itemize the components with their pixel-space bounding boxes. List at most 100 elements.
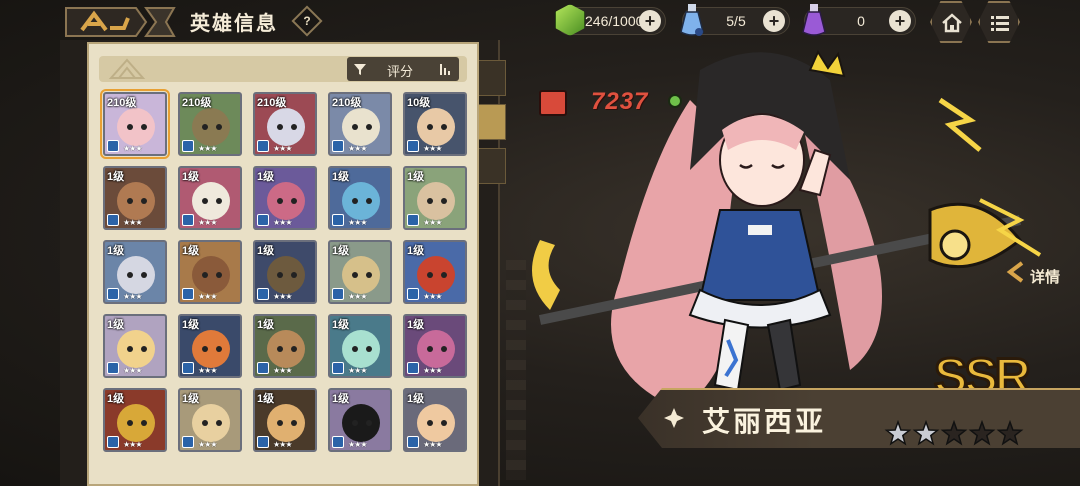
hero-card[interactable]: 1级 ★★★ xyxy=(328,388,392,452)
portrait-eye xyxy=(202,198,208,204)
portrait-eye xyxy=(277,124,283,130)
blue-potion-add-button[interactable]: + xyxy=(763,10,785,32)
portrait-eye xyxy=(366,346,372,352)
card-stars: ★★★ xyxy=(123,292,142,301)
hero-card[interactable]: 210级 ★★★ xyxy=(328,92,392,156)
hero-card[interactable]: 1级 ★★★ xyxy=(403,166,467,230)
hero-card[interactable]: 1级 ★★★ xyxy=(253,166,317,230)
class-icon xyxy=(257,214,269,226)
hero-card[interactable]: 1级 ★★★ xyxy=(103,240,167,304)
hero-level: 1级 xyxy=(407,319,425,331)
home-icon xyxy=(942,13,962,33)
star-icon xyxy=(884,420,912,446)
hero-level: 1级 xyxy=(182,393,200,405)
portrait-eye xyxy=(202,346,208,352)
hero-level: 1级 xyxy=(332,171,350,183)
menu-button[interactable] xyxy=(978,1,1020,43)
hero-card[interactable]: 1级 ★★★ xyxy=(103,388,167,452)
hero-portrait xyxy=(267,404,305,442)
portrait-eye xyxy=(127,420,133,426)
hero-level: 1级 xyxy=(107,245,125,257)
hero-card[interactable]: 10级 ★★★ xyxy=(403,92,467,156)
hero-name: 艾丽西亚 xyxy=(702,406,827,437)
portrait-eye xyxy=(441,124,447,130)
hero-card[interactable]: 1级 ★★★ xyxy=(253,314,317,378)
question-icon[interactable]: ? xyxy=(291,5,323,37)
home-button[interactable] xyxy=(930,1,972,43)
card-stars: ★★★ xyxy=(423,366,442,375)
portrait-eye xyxy=(366,420,372,426)
hero-card[interactable]: 210级 ★★★ xyxy=(253,92,317,156)
portrait-eye xyxy=(427,346,433,352)
card-stars: ★★★ xyxy=(348,440,367,449)
portrait-eye xyxy=(291,124,297,130)
portrait-eye xyxy=(216,420,222,426)
class-icon xyxy=(257,140,269,152)
hero-card[interactable]: 210级 ★★★ xyxy=(178,92,242,156)
card-stars: ★★★ xyxy=(198,144,217,153)
hero-portrait xyxy=(192,404,230,442)
purple-potion-add-button[interactable]: + xyxy=(889,10,911,32)
portrait-eye xyxy=(141,420,147,426)
hero-card[interactable]: 1级 ★★★ xyxy=(178,388,242,452)
back-arrow-icon xyxy=(65,7,176,37)
portrait-eye xyxy=(202,272,208,278)
portrait-eye xyxy=(202,124,208,130)
portrait-eye xyxy=(216,272,222,278)
portrait-eye xyxy=(127,124,133,130)
sort-button[interactable]: 评分 xyxy=(347,57,459,81)
hero-level: 1级 xyxy=(107,171,125,183)
portrait-eye xyxy=(127,272,133,278)
card-stars: ★★★ xyxy=(348,218,367,227)
hero-portrait xyxy=(417,108,455,146)
hero-level: 1级 xyxy=(182,245,200,257)
card-stars: ★★★ xyxy=(123,218,142,227)
energy-add-button[interactable]: + xyxy=(639,10,661,32)
star-icon xyxy=(968,420,996,446)
hero-card[interactable]: 1级 ★★★ xyxy=(328,240,392,304)
list-menu-icon xyxy=(991,16,1009,31)
hero-card[interactable]: 1级 ★★★ xyxy=(178,240,242,304)
portrait-eye xyxy=(127,346,133,352)
hero-level: 1级 xyxy=(182,319,200,331)
hero-card[interactable]: 1级 ★★★ xyxy=(403,388,467,452)
hero-portrait xyxy=(417,404,455,442)
hero-portrait xyxy=(192,182,230,220)
hero-portrait xyxy=(117,256,155,294)
hero-portrait xyxy=(417,330,455,368)
hero-card[interactable]: 1级 ★★★ xyxy=(328,314,392,378)
purple-potion-value: 0 xyxy=(857,13,865,29)
hero-card[interactable]: 1级 ★★★ xyxy=(178,166,242,230)
hero-level: 210级 xyxy=(257,97,287,109)
hero-card[interactable]: 1级 ★★★ xyxy=(103,166,167,230)
class-icon xyxy=(407,288,419,300)
details-button[interactable]: 详情 xyxy=(1004,256,1074,296)
portrait-eye xyxy=(141,198,147,204)
card-stars: ★★★ xyxy=(123,440,142,449)
card-stars: ★★★ xyxy=(123,144,142,153)
class-icon xyxy=(332,140,344,152)
hero-portrait xyxy=(267,108,305,146)
portrait-eye xyxy=(291,346,297,352)
hero-card[interactable]: 1级 ★★★ xyxy=(328,166,392,230)
hero-card[interactable]: 210级 ★★★ xyxy=(100,89,170,159)
card-stars: ★★★ xyxy=(423,440,442,449)
hero-portrait xyxy=(267,256,305,294)
hero-card[interactable]: 1级 ★★★ xyxy=(253,388,317,452)
card-stars: ★★★ xyxy=(198,218,217,227)
hero-card[interactable]: 1级 ★★★ xyxy=(403,240,467,304)
hero-level: 1级 xyxy=(332,319,350,331)
hero-card[interactable]: 1级 ★★★ xyxy=(103,314,167,378)
card-stars: ★★★ xyxy=(348,292,367,301)
portrait-eye xyxy=(352,124,358,130)
class-icon xyxy=(107,140,119,152)
portrait-eye xyxy=(366,198,372,204)
portrait-eye xyxy=(141,346,147,352)
back-button[interactable] xyxy=(62,4,180,40)
portrait-eye xyxy=(291,198,297,204)
hero-card[interactable]: 1级 ★★★ xyxy=(403,314,467,378)
hero-card[interactable]: 1级 ★★★ xyxy=(178,314,242,378)
hero-level: 1级 xyxy=(257,319,275,331)
portrait-eye xyxy=(291,272,297,278)
hero-card[interactable]: 1级 ★★★ xyxy=(253,240,317,304)
